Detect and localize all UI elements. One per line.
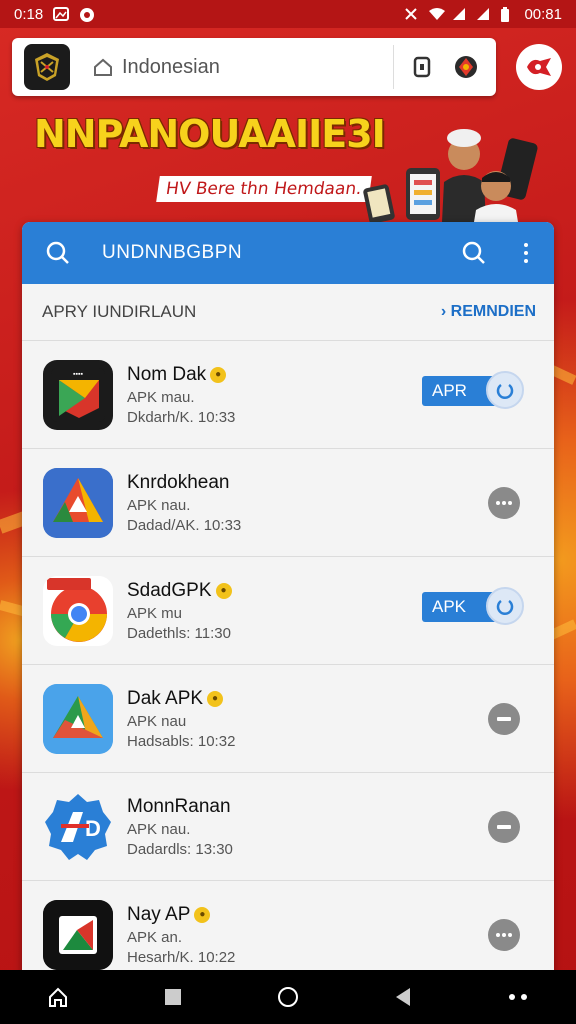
app-name: Nay AP (127, 903, 191, 925)
app-date: Dkdarh/K. 10:33 (127, 408, 236, 426)
app-icon-chrome[interactable] (43, 575, 113, 646)
chat-notification-icon (79, 7, 95, 22)
signal-icon-2 (476, 7, 492, 21)
search-button-icon[interactable] (460, 239, 488, 267)
svg-text:▪▪▪▪: ▪▪▪▪ (73, 371, 83, 378)
app-name: SdadGPK (127, 579, 212, 601)
app-date: Hadsabls: 10:32 (127, 732, 236, 750)
svg-text:D: D (85, 816, 101, 841)
app-date: Dadethls: 11:30 (127, 624, 231, 642)
options-round-icon[interactable] (488, 487, 520, 519)
app-date: Dadad/AK. 10:33 (127, 516, 242, 534)
list-item[interactable]: Dak APK ● APK nau Hadsabls: 10:32 (22, 664, 554, 772)
minus-round-icon[interactable] (488, 703, 520, 735)
status-clock-right: 00:81 (524, 5, 562, 23)
app-subtitle: APK an. (127, 928, 183, 946)
mute-icon (404, 7, 420, 21)
card-header-title: UNDNNBGBPN (102, 242, 243, 263)
home-icon[interactable] (43, 982, 73, 1012)
app-name: Nom Dak (127, 363, 207, 385)
verified-badge-icon: ● (194, 906, 211, 923)
app-date: Hesarh/K. 10:22 (127, 948, 236, 966)
more-dots-icon[interactable] (503, 982, 533, 1012)
circle-home-icon[interactable] (273, 982, 303, 1012)
list-item[interactable]: D MonnRanan APK nau. Dadardls: 13:30 (22, 772, 554, 880)
banner-illustration (360, 122, 560, 224)
section-label: APRY IUNDIRLAUN (42, 302, 197, 321)
section-link[interactable]: › REMNDIEN (441, 303, 536, 321)
more-options-icon[interactable] (512, 239, 540, 267)
signal-icon (452, 7, 468, 21)
download-button[interactable]: APK (422, 587, 524, 625)
app-date: Dadardls: 13:30 (127, 840, 233, 858)
tab-switcher-icon[interactable] (400, 45, 444, 89)
address-bar[interactable]: Indonesian (12, 38, 496, 96)
app-subtitle: APK mu (127, 604, 183, 622)
gallery-notification-icon (53, 7, 70, 21)
download-button[interactable]: APR (422, 371, 524, 409)
wifi-icon (428, 7, 446, 21)
app-name: Dak APK (127, 687, 204, 709)
card-header: UNDNNBGBPN (22, 222, 554, 284)
list-item[interactable]: SdadGPK ● APK mu Dadethls: 11:30 APK (22, 556, 554, 664)
app-subtitle: APK nau (127, 712, 187, 730)
search-icon[interactable] (44, 239, 72, 267)
app-subtitle: APK nau. (127, 496, 191, 514)
app-icon-drive-blue[interactable] (43, 467, 113, 538)
app-list-card: UNDNNBGBPN APRY IUNDIRLAUN › REMNDIEN ▪▪… (22, 222, 554, 982)
url-divider (393, 45, 394, 89)
browser-menu-button[interactable] (516, 44, 562, 90)
site-logo[interactable] (24, 44, 70, 90)
status-bar: 0:18 00:81 (0, 0, 576, 28)
list-item[interactable]: Nay AP ● APK an. Hesarh/K. 10:22 (22, 880, 554, 982)
section-header: APRY IUNDIRLAUN › REMNDIEN (22, 284, 554, 340)
download-toggle-icon[interactable] (486, 371, 524, 409)
square-recents-icon[interactable] (158, 982, 188, 1012)
verified-badge-icon: ● (215, 582, 232, 599)
options-round-icon[interactable] (488, 919, 520, 951)
home-page-icon (92, 56, 114, 78)
status-time: 0:18 (14, 5, 44, 23)
battery-icon (500, 7, 516, 22)
app-name: MonnRanan (127, 795, 231, 817)
app-name: Knrdokhean (127, 471, 230, 493)
app-subtitle: APK nau. (127, 820, 191, 838)
url-text[interactable]: Indonesian (122, 56, 220, 79)
download-toggle-icon[interactable] (486, 587, 524, 625)
app-icon-dark-play[interactable]: ▪▪▪▪ (43, 359, 113, 430)
list-item[interactable]: Knrdokhean APK nau. Dadad/AK. 10:33 (22, 448, 554, 556)
system-nav-bar (0, 970, 576, 1024)
back-triangle-icon[interactable] (388, 982, 418, 1012)
banner-subtitle: HV Bere thn Hemdaan. (156, 176, 372, 202)
verified-badge-icon: ● (210, 366, 227, 383)
app-subtitle: APK mau. (127, 388, 195, 406)
verified-badge-icon: ● (207, 690, 224, 707)
minus-round-icon[interactable] (488, 811, 520, 843)
app-icon-ad-badge[interactable]: D (43, 792, 113, 862)
list-item[interactable]: ▪▪▪▪ Nom Dak ● APK mau. Dkdarh/K. 10:33 … (22, 340, 554, 448)
app-icon-drive-light[interactable] (43, 683, 113, 754)
extension-icon[interactable] (444, 45, 488, 89)
app-icon-dark-square[interactable] (43, 899, 113, 970)
banner-title: NNPANOUAAIIE3I (34, 112, 386, 156)
